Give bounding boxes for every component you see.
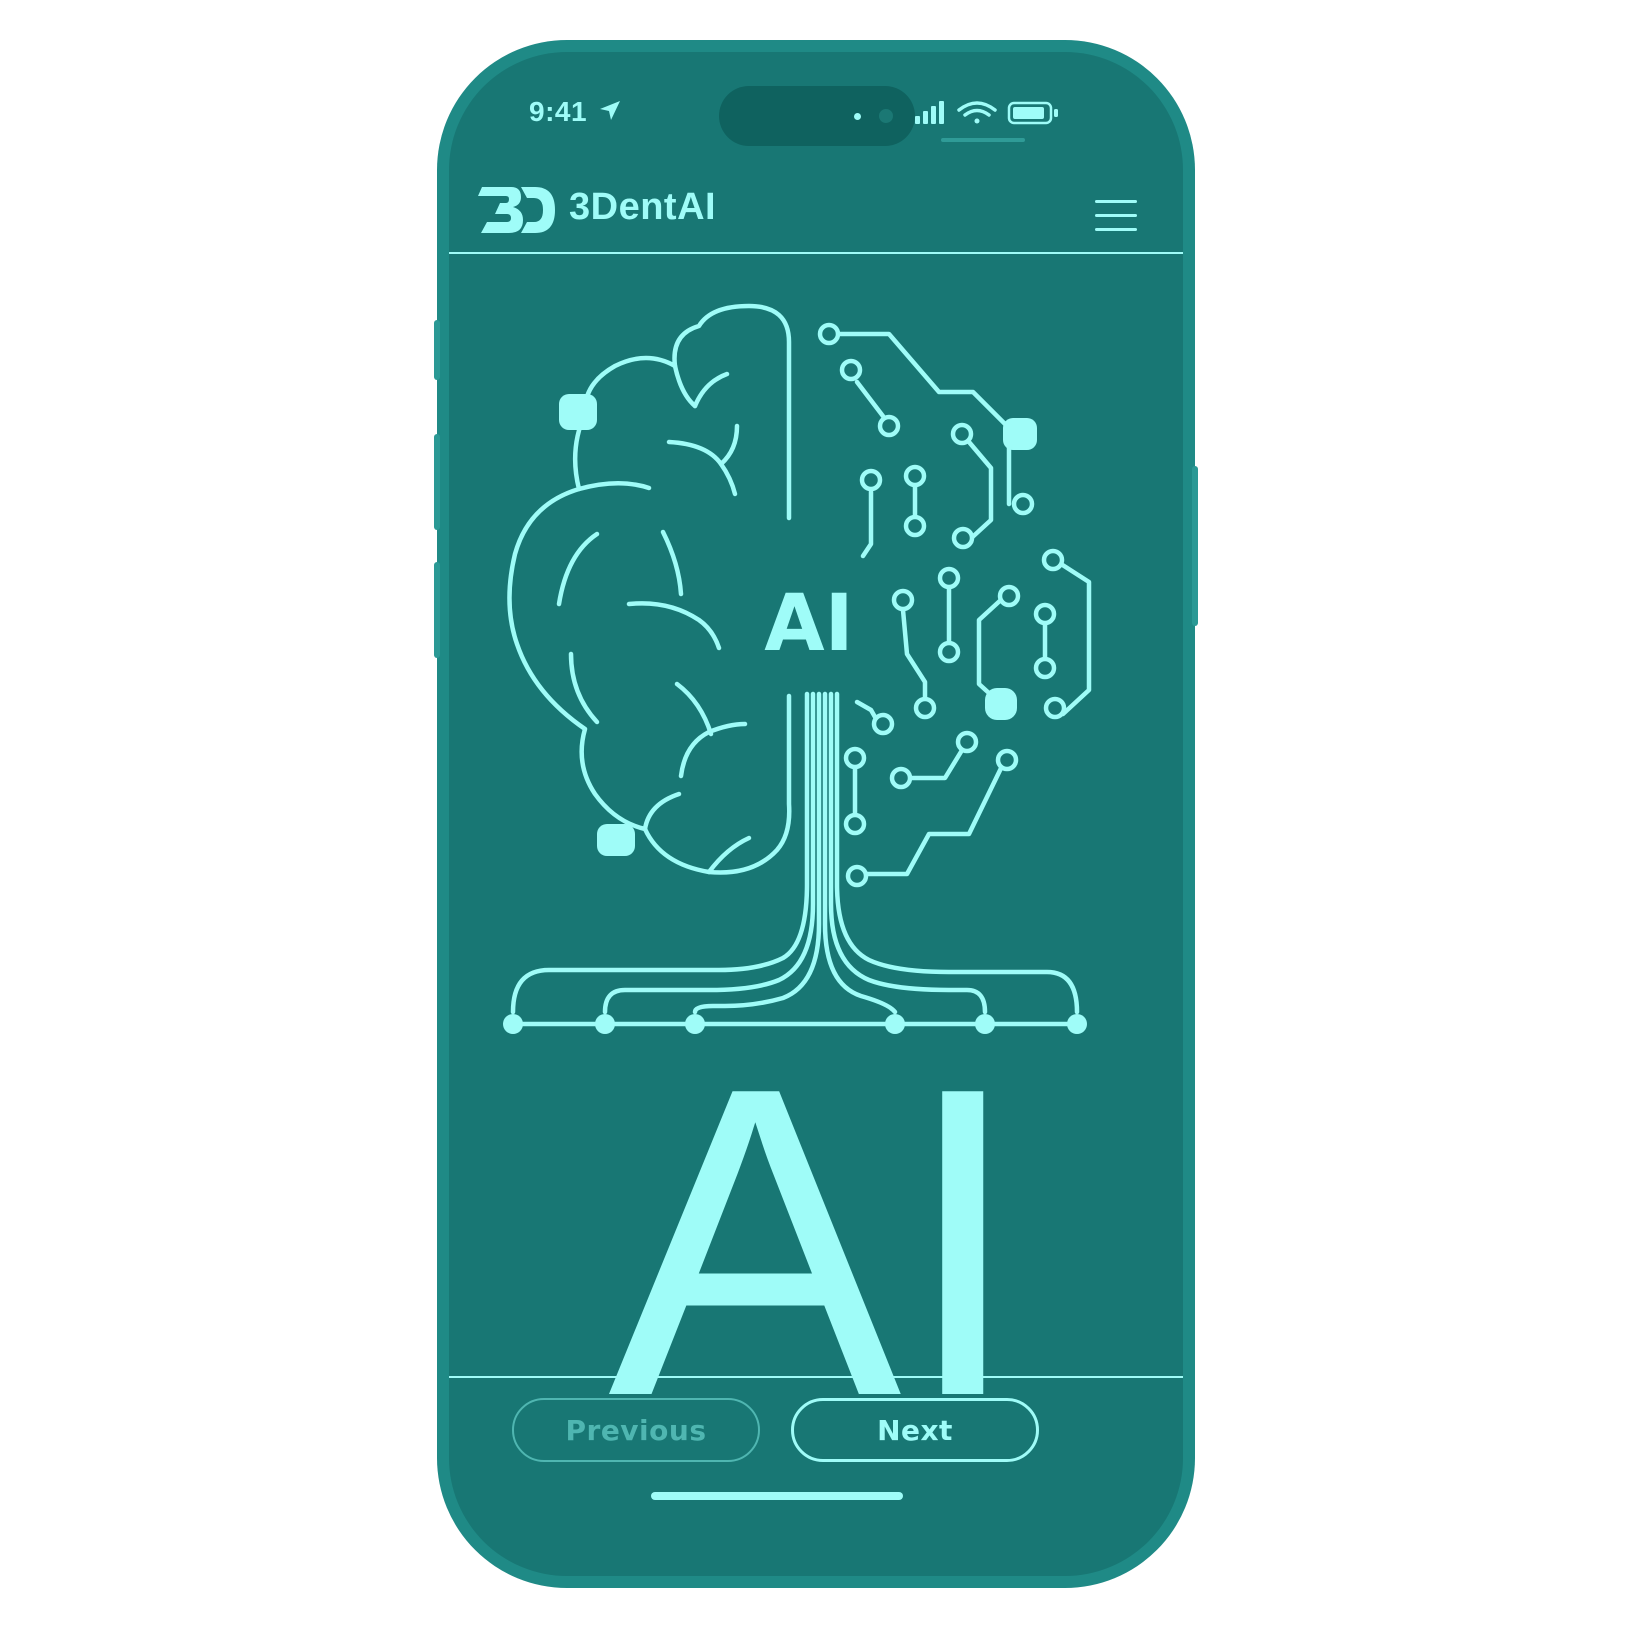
home-indicator[interactable] bbox=[651, 1492, 903, 1500]
cellular-signal-icon bbox=[915, 101, 944, 124]
circuit-traces-icon bbox=[510, 331, 1092, 1027]
brand-name[interactable]: 3DentAI bbox=[569, 186, 716, 229]
footer-divider bbox=[449, 1376, 1183, 1378]
phone-screen: 9:41 3DentAI AI AI Previous Next bbox=[449, 52, 1183, 1576]
status-time: 9:41 bbox=[529, 96, 588, 127]
phone-side-button-power bbox=[1192, 466, 1198, 626]
dynamic-island bbox=[719, 86, 915, 146]
wifi-icon bbox=[957, 101, 997, 124]
next-button[interactable]: Next bbox=[791, 1398, 1039, 1462]
hero-ai-title: AI bbox=[608, 997, 1024, 1434]
phone-side-button-silence bbox=[434, 320, 440, 380]
previous-button[interactable]: Previous bbox=[512, 1398, 760, 1462]
header-divider bbox=[449, 252, 1183, 254]
3d-tooth-logo[interactable] bbox=[477, 174, 557, 244]
battery-icon bbox=[1007, 101, 1058, 125]
location-arrow-icon bbox=[600, 101, 620, 120]
status-bar-indicator bbox=[941, 138, 1025, 142]
brain-ai-label: AI bbox=[764, 579, 853, 669]
status-icons bbox=[915, 101, 1058, 125]
hero-illustration: AI AI bbox=[503, 303, 1092, 1434]
brain-outline-icon bbox=[507, 303, 792, 875]
brain-glow-nodes bbox=[559, 394, 635, 856]
phone-side-button-volume-down bbox=[434, 562, 440, 658]
hamburger-menu-icon[interactable] bbox=[1095, 200, 1137, 234]
phone-side-button-volume-up bbox=[434, 434, 440, 530]
